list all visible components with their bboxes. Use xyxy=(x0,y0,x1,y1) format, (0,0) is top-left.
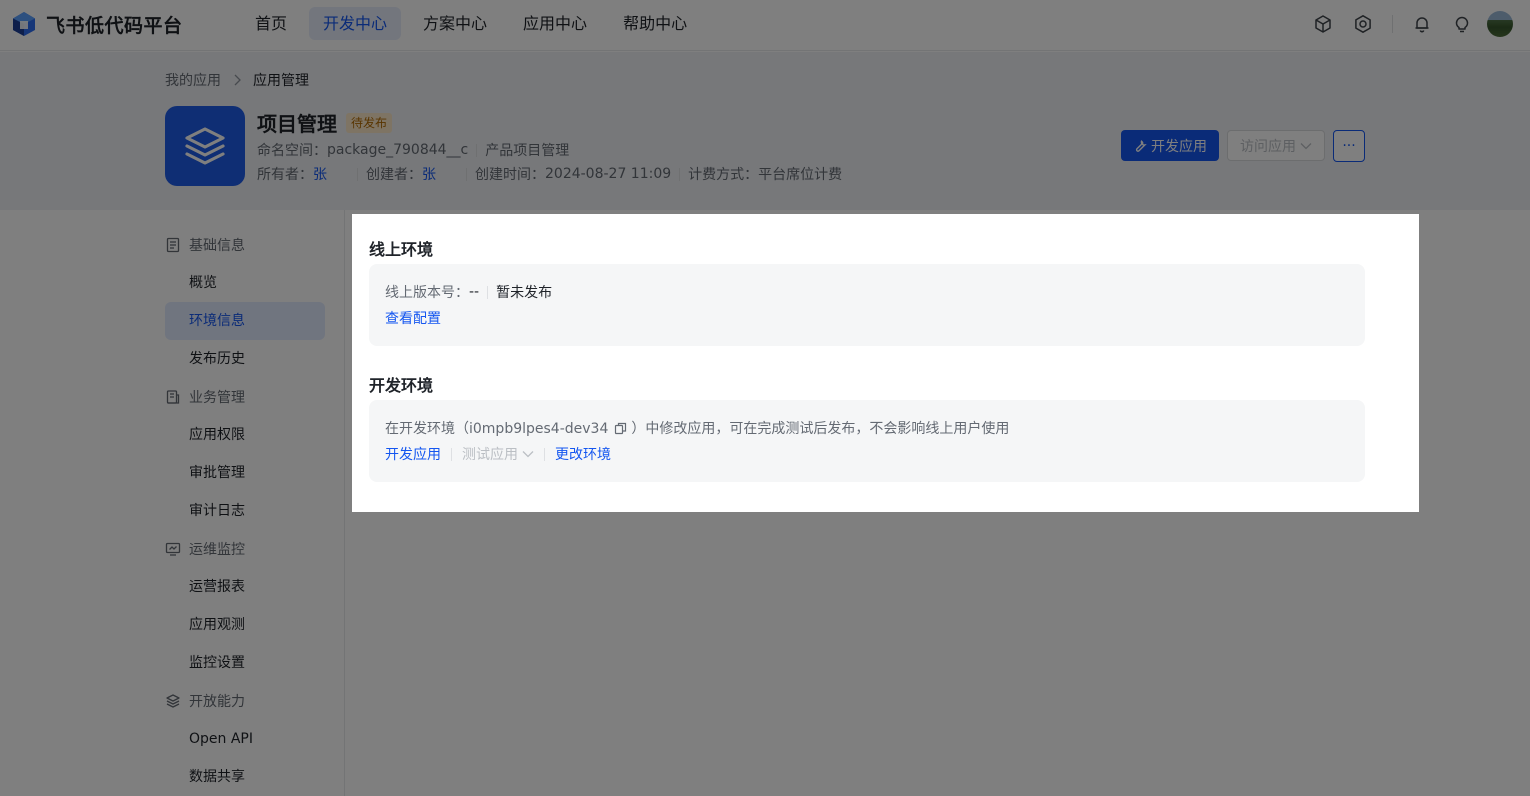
test-app-label: 测试应用 xyxy=(462,447,518,463)
dev-env-desc-suffix: ）中修改应用，可在完成测试后发布，不会影响线上用户使用 xyxy=(631,421,1010,437)
change-env-link[interactable]: 更改环境 xyxy=(555,444,611,464)
online-version-value: -- xyxy=(469,284,480,300)
online-version-line: 线上版本号： -- 暂未发布 xyxy=(385,282,552,302)
online-env-card: 线上版本号： -- 暂未发布 查看配置 xyxy=(369,264,1365,346)
copy-icon[interactable] xyxy=(614,422,627,435)
online-release-status: 暂未发布 xyxy=(496,285,553,301)
dev-env-actions: 开发应用 测试应用 更改环境 xyxy=(385,444,611,464)
dev-env-card: 在开发环境（i0mpb9lpes4-dev34 ）中修改应用，可在完成测试后发布… xyxy=(369,400,1365,482)
divider xyxy=(487,285,489,299)
dev-env-description: 在开发环境（i0mpb9lpes4-dev34 ）中修改应用，可在完成测试后发布… xyxy=(385,418,1009,438)
environment-panel: 线上环境 线上版本号： -- 暂未发布 查看配置 开发环境 在开发环境（i0mp… xyxy=(352,214,1419,512)
view-config-link[interactable]: 查看配置 xyxy=(385,308,441,328)
test-app-dropdown[interactable]: 测试应用 xyxy=(462,444,534,464)
online-version-label: 线上版本号： xyxy=(385,285,469,301)
dev-env-title: 开发环境 xyxy=(369,376,434,395)
chevron-down-icon xyxy=(522,451,534,458)
online-env-actions: 查看配置 xyxy=(385,308,441,328)
page: 飞书低代码平台 首页 开发中心 方案中心 应用中心 帮助中心 xyxy=(0,0,1530,796)
divider xyxy=(544,447,545,461)
dev-env-desc-prefix: 在开发环境（i0mpb9lpes4-dev34 xyxy=(385,421,609,437)
develop-app-link[interactable]: 开发应用 xyxy=(385,444,441,464)
online-env-title: 线上环境 xyxy=(369,240,434,259)
divider xyxy=(451,447,452,461)
